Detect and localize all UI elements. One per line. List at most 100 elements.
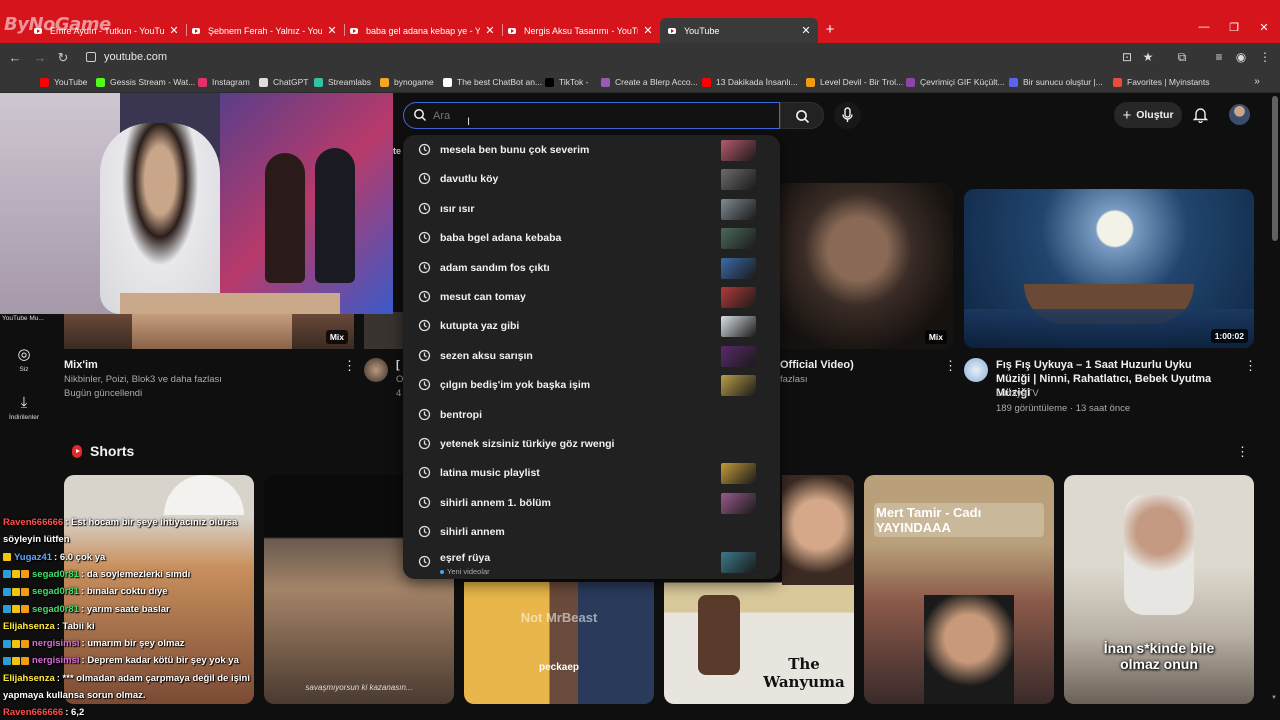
minimize-button[interactable]: — (1197, 21, 1211, 33)
search-suggestion[interactable]: adam sandım fos çıktı (403, 254, 780, 283)
search-suggestion[interactable]: mesela ben bunu çok severim (403, 136, 780, 165)
extensions-icon[interactable]: ⧉ (1175, 50, 1189, 65)
search-icon (414, 109, 427, 122)
video-thumbnail-official[interactable]: Mix (780, 183, 953, 349)
bookmark-item[interactable]: Favorites | Myinstants (1113, 77, 1210, 87)
short-thumbnail-5[interactable]: Mert Tamir - Cadı YAYINDAAA (864, 475, 1054, 704)
reload-icon[interactable]: ↻ (56, 50, 70, 66)
chat-badge-icon (3, 656, 11, 665)
bookmark-item[interactable]: 13 Dakikada İnsanlı... (702, 77, 798, 87)
sidebar-item-youtube-music[interactable]: YouTube Mu... (0, 315, 48, 322)
back-arrow-icon[interactable]: ← (8, 50, 22, 65)
more-options-icon[interactable]: ⋮ (343, 358, 356, 374)
bookmark-item[interactable]: Instagram (198, 77, 250, 87)
install-app-icon[interactable]: ⊡ (1120, 50, 1134, 64)
media-control-icon[interactable]: ≡ (1212, 50, 1226, 64)
tab-title: Şebnem Ferah - Yalnız - YouTube (208, 25, 322, 36)
browser-menu-icon[interactable]: ⋮ (1258, 50, 1272, 64)
short-thumbnail-6[interactable]: İnan s*kinde bile olmaz onun (1064, 475, 1254, 704)
video-thumbnail-mix[interactable]: Mix (64, 312, 354, 349)
bookmark-item[interactable]: ChatGPT (259, 77, 308, 87)
bookmark-item[interactable]: Gessis Stream - Wat... (96, 77, 195, 87)
bookmark-item[interactable]: bynogame (380, 77, 434, 87)
close-tab-icon[interactable]: ✕ (642, 24, 654, 37)
chat-username: Raven666666 (3, 707, 64, 719)
bookmark-item[interactable]: Çevrimiçi GIF Küçült... (906, 77, 1005, 87)
bookmark-label: bynogame (394, 77, 434, 87)
channel-avatar[interactable] (364, 358, 388, 382)
search-suggestion[interactable]: yetenek sizsiniz türkiye göz rwengi (403, 430, 780, 459)
video-thumbnail-2[interactable] (364, 312, 404, 349)
channel-avatar-lumiya[interactable] (964, 358, 988, 382)
history-icon (418, 143, 431, 161)
short-caption: peckaep (538, 662, 580, 673)
browser-tab[interactable]: baba gel adana kebap ye - YouTube ✕ (344, 18, 502, 43)
suggestion-thumbnail (721, 257, 756, 279)
close-tab-icon[interactable]: ✕ (800, 24, 812, 37)
close-tab-icon[interactable]: ✕ (484, 24, 496, 37)
video-channel-official: fazlası (780, 374, 808, 385)
chat-badge-icon (12, 639, 20, 648)
bookmark-favicon-icon (601, 77, 610, 87)
search-suggestion[interactable]: davutlu köy (403, 165, 780, 194)
search-suggestion[interactable]: baba bgel adana kebaba (403, 224, 780, 253)
bookmark-item[interactable]: TikTok - (545, 77, 588, 87)
search-button[interactable] (780, 102, 824, 129)
bookmark-favicon-icon (96, 77, 105, 87)
more-options-icon[interactable]: ⋮ (1236, 444, 1249, 460)
video-thumbnail-uyku[interactable]: 1:00:02 (964, 189, 1254, 348)
mix-badge: Mix (924, 330, 947, 344)
bookmark-item[interactable]: YouTube (40, 77, 87, 87)
voice-search-button[interactable] (834, 102, 861, 129)
microphone-icon (842, 107, 853, 122)
bookmark-item[interactable]: Create a Blerp Acco... (601, 77, 698, 87)
bookmark-label: The best ChatBot an... (457, 77, 543, 87)
bookmark-star-icon[interactable]: ★ (1141, 50, 1155, 64)
scroll-down-arrow[interactable]: ▼ (1271, 695, 1277, 701)
forward-arrow-icon[interactable]: → (33, 50, 47, 65)
bookmark-item[interactable]: The best ChatBot an... (443, 77, 542, 87)
create-button[interactable]: + Oluştur (1114, 102, 1182, 128)
site-settings-icon[interactable] (86, 52, 96, 62)
sidebar-item-downloads[interactable]: ⤓ İndirilenler (0, 394, 48, 421)
profile-icon[interactable]: ◉ (1234, 50, 1248, 64)
close-tab-icon[interactable]: ✕ (326, 24, 338, 37)
history-icon (418, 231, 431, 249)
url-field[interactable]: youtube.com (104, 51, 167, 63)
bell-icon[interactable] (1193, 106, 1208, 123)
create-label: Oluştur (1136, 109, 1174, 121)
short-thumbnail-3[interactable]: Not MrBeast peckaep (464, 582, 654, 704)
more-options-icon[interactable]: ⋮ (944, 358, 957, 374)
page-scrollbar[interactable] (1272, 96, 1278, 241)
new-tab-button[interactable]: + (822, 21, 838, 38)
search-input[interactable] (433, 108, 733, 124)
browser-tab[interactable]: Nergis Aksu Tasarımı - YouTube ✕ (502, 18, 660, 43)
video-title-2[interactable]: [ (396, 358, 400, 372)
restore-button[interactable]: ❐ (1227, 21, 1241, 34)
search-suggestion[interactable]: eşref rüya Yeni videolar (403, 548, 780, 577)
bookmark-item[interactable]: Streamlabs (314, 77, 371, 87)
search-suggestion[interactable]: sezen aksu sarışın (403, 342, 780, 371)
search-suggestion[interactable]: çılgın bediş'im yok başka işim (403, 371, 780, 400)
search-suggestion[interactable]: kutupta yaz gibi (403, 312, 780, 341)
search-suggestion[interactable]: bentropi (403, 401, 780, 430)
chat-badge-icon (21, 605, 29, 613)
more-options-icon[interactable]: ⋮ (1244, 358, 1257, 374)
browser-tab[interactable]: YouTube ✕ (660, 18, 818, 43)
suggestion-text: mesela ben bunu çok severim (440, 144, 590, 156)
search-suggestion[interactable]: sihirli annem (403, 518, 780, 547)
close-tab-icon[interactable]: ✕ (168, 24, 180, 37)
bookmark-item[interactable]: Level Devil - Bir Trol... (806, 77, 903, 87)
search-suggestion[interactable]: sihirli annem 1. bölüm (403, 489, 780, 518)
bookmark-item[interactable]: Bir sunucu oluştur |... (1009, 77, 1103, 87)
browser-tab[interactable]: Şebnem Ferah - Yalnız - YouTube ✕ (186, 18, 344, 43)
search-suggestion[interactable]: mesut can tomay (403, 283, 780, 312)
search-suggestion[interactable]: ısır ısır (403, 195, 780, 224)
search-suggestion[interactable]: latina music playlist (403, 459, 780, 488)
more-bookmarks-icon[interactable]: » (1250, 76, 1264, 87)
sidebar-item-you[interactable]: ◎ Siz (0, 345, 48, 373)
video-title-mix[interactable]: Mix'im (64, 358, 324, 372)
user-avatar[interactable] (1229, 104, 1250, 125)
close-window-button[interactable]: ✕ (1257, 21, 1271, 34)
video-title-official[interactable]: Official Video) (780, 358, 854, 372)
